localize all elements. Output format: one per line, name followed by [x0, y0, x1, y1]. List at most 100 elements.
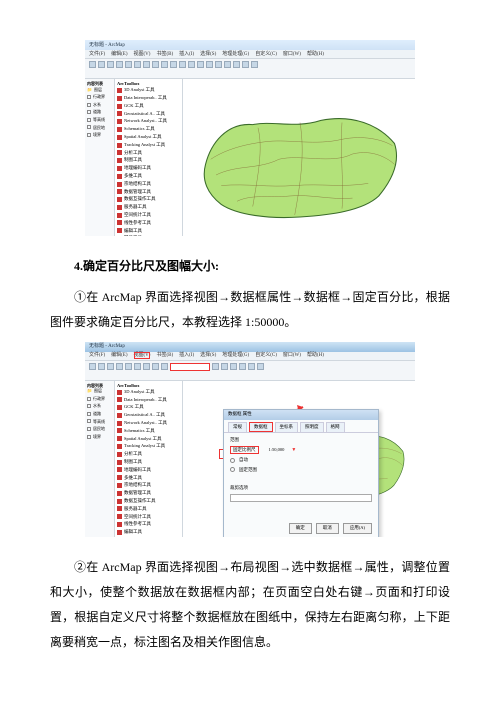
tool-icon	[239, 363, 246, 370]
toolbox-item: 编辑工具	[117, 529, 180, 535]
toc-root: 📁图层	[87, 388, 112, 394]
menu-file: 文件(F)	[89, 352, 105, 359]
toolbox-item: 宗地结构工具	[117, 181, 180, 187]
toolbox-item: 地理编码工具	[117, 165, 180, 171]
tool-icon	[152, 61, 159, 68]
menu-insert: 插入(I)	[179, 352, 194, 359]
tool-icon	[224, 61, 231, 68]
dialog-tab: 照明度	[300, 422, 324, 432]
toc-item: 等高线	[87, 117, 112, 123]
toolbox-item: 线性参考工具	[117, 521, 180, 527]
tool-icon	[257, 363, 264, 370]
toolbox-list: 3D Analyst 工具 Data Interoperab.. 工具 GCK …	[117, 87, 180, 236]
dialog-title: 数据框 属性	[224, 410, 378, 420]
toolbox-item: GCK 工具	[117, 404, 180, 410]
toolbox-list: 3D Analyst 工具 Data Interoperab.. 工具 GCK …	[117, 389, 180, 537]
toc-root: 📁图层	[87, 87, 112, 93]
section-heading: 4.确定百分比尺及图幅大小:	[50, 254, 450, 279]
dlg-group-label: 裁剪选项	[230, 485, 372, 491]
tool-icon	[251, 61, 258, 68]
tool-icon	[161, 61, 168, 68]
window-menubar: 文件(F) 编辑(E) 视图(V) 书签(B) 插入(I) 选择(S) 地理处理…	[85, 352, 415, 361]
menu-bookmark: 书签(B)	[156, 352, 173, 359]
dlg-group-label: 范围	[230, 437, 372, 443]
dialog-tabs: 常规 数据框 坐标系 照明度 格网	[224, 420, 378, 433]
toolbox-item: Geostatistical A.. 工具	[117, 111, 180, 117]
toolbox-item: 宗地结构工具	[117, 482, 180, 488]
menu-view: 视图(V)	[134, 51, 151, 58]
toc-item: 居民地	[87, 125, 112, 131]
tool-icon	[152, 363, 159, 370]
tool-icon	[107, 363, 114, 370]
toolbox-item: Tracking Analyst 工具	[117, 443, 180, 449]
menu-select: 选择(S)	[200, 352, 216, 359]
window-title: 无标题 - ArcMap	[89, 343, 125, 350]
toolbox-item: 3D Analyst 工具	[117, 87, 180, 93]
tool-icon	[107, 61, 114, 68]
menu-help: 帮助(H)	[307, 352, 324, 359]
step2-paragraph: ②在 ArcMap 界面选择视图→布局视图→选中数据框→属性，调整位置和大小，使…	[50, 555, 450, 656]
menu-insert: 插入(I)	[179, 51, 194, 58]
toolbox-item: Spatial Analyst 工具	[117, 134, 180, 140]
window-body: 内容列表 📁图层 行政界 水系 道路 等高线 居民地 境界 ArcToolbox…	[85, 79, 415, 236]
window-body: 内容列表 📁图层 行政界 水系 道路 等高线 居民地 境界 ArcToolbox…	[85, 381, 415, 537]
map-canvas: 数据框 属性 常规 数据框 坐标系 照明度 格网 范围 固定比例尺 1:50,0…	[183, 381, 415, 537]
tool-icon	[221, 363, 228, 370]
tool-icon	[98, 61, 105, 68]
toolbox-item: 空间统计工具	[117, 212, 180, 218]
tool-icon	[233, 61, 240, 68]
tool-icon	[248, 363, 255, 370]
toc-item: 道路	[87, 109, 112, 115]
menu-custom: 自定义(C)	[255, 51, 277, 58]
map-canvas	[183, 79, 415, 236]
step1-paragraph: ①在 ArcMap 界面选择视图→数据框属性→数据框→固定百分比，根据图件要求确…	[50, 285, 450, 335]
menu-custom: 自定义(C)	[255, 352, 277, 359]
tool-icon	[197, 61, 204, 68]
dialog-buttons: 确定 取消 应用(A)	[289, 523, 372, 533]
arctoolbox-panel: ArcToolbox 3D Analyst 工具 Data Interopera…	[115, 79, 183, 236]
toolbox-item: GCK 工具	[117, 103, 180, 109]
toolbox-item: 数据互操作工具	[117, 498, 180, 504]
tool-icon	[125, 61, 132, 68]
window-titlebar: 无标题 - ArcMap	[85, 342, 415, 352]
cancel-button: 取消	[316, 523, 339, 533]
dataframe-properties-dialog: 数据框 属性 常规 数据框 坐标系 照明度 格网 范围 固定比例尺 1:50,0…	[223, 409, 379, 537]
tool-icon	[242, 61, 249, 68]
toolbox-item: 编辑工具	[117, 228, 180, 234]
menu-geoproc: 地理处理(G)	[222, 352, 249, 359]
tool-icon	[179, 61, 186, 68]
dlg-row: 固定比例尺 1:50,000 ▼	[230, 446, 372, 454]
toc-item: 水系	[87, 102, 112, 108]
toc-panel: 内容列表 📁图层 行政界 水系 道路 等高线 居民地 境界	[85, 381, 115, 537]
tool-icon	[116, 363, 123, 370]
toolbox-item: 服务器工具	[117, 204, 180, 210]
toolbox-item: Schematics 工具	[117, 428, 180, 434]
toolbox-item: Network Analyst.. 工具	[117, 118, 180, 124]
toc-item: 行政界	[87, 94, 112, 100]
toolbox-item: 制图工具	[117, 157, 180, 163]
radio-icon	[230, 467, 235, 472]
window-title: 无标题 - ArcMap	[89, 42, 125, 49]
map-area	[195, 99, 405, 230]
clip-select	[230, 494, 372, 502]
toolbox-item: 转换工具	[117, 235, 180, 236]
radio-icon	[230, 458, 235, 463]
window-toolbars	[85, 361, 415, 381]
menu-select: 选择(S)	[200, 51, 216, 58]
toolbox-item: Tracking Analyst 工具	[117, 142, 180, 148]
toc-item: 道路	[87, 411, 112, 417]
toolbox-item: Geostatistical A.. 工具	[117, 412, 180, 418]
tool-icon	[161, 363, 168, 370]
opt-auto: 自动	[239, 457, 248, 463]
fixed-scale-option: 固定比例尺	[230, 446, 259, 454]
toolbox-item: Data Interoperab.. 工具	[117, 397, 180, 403]
scale-toolbar-input	[170, 363, 210, 371]
tool-icon	[206, 61, 213, 68]
toc-list: 📁图层 行政界 水系 道路 等高线 居民地 境界	[87, 87, 112, 138]
menu-window: 窗口(W)	[283, 352, 301, 359]
dialog-body: 范围 固定比例尺 1:50,000 ▼ 自动 固定范围	[224, 433, 378, 506]
toolbox-item: 服务器工具	[117, 506, 180, 512]
menu-edit: 编辑(E)	[111, 51, 127, 58]
arcmap-screenshot-dialog: 无标题 - ArcMap 文件(F) 编辑(E) 视图(V) 书签(B) 插入(…	[85, 342, 415, 537]
toc-list: 📁图层 行政界 水系 道路 等高线 居民地 境界	[87, 388, 112, 439]
